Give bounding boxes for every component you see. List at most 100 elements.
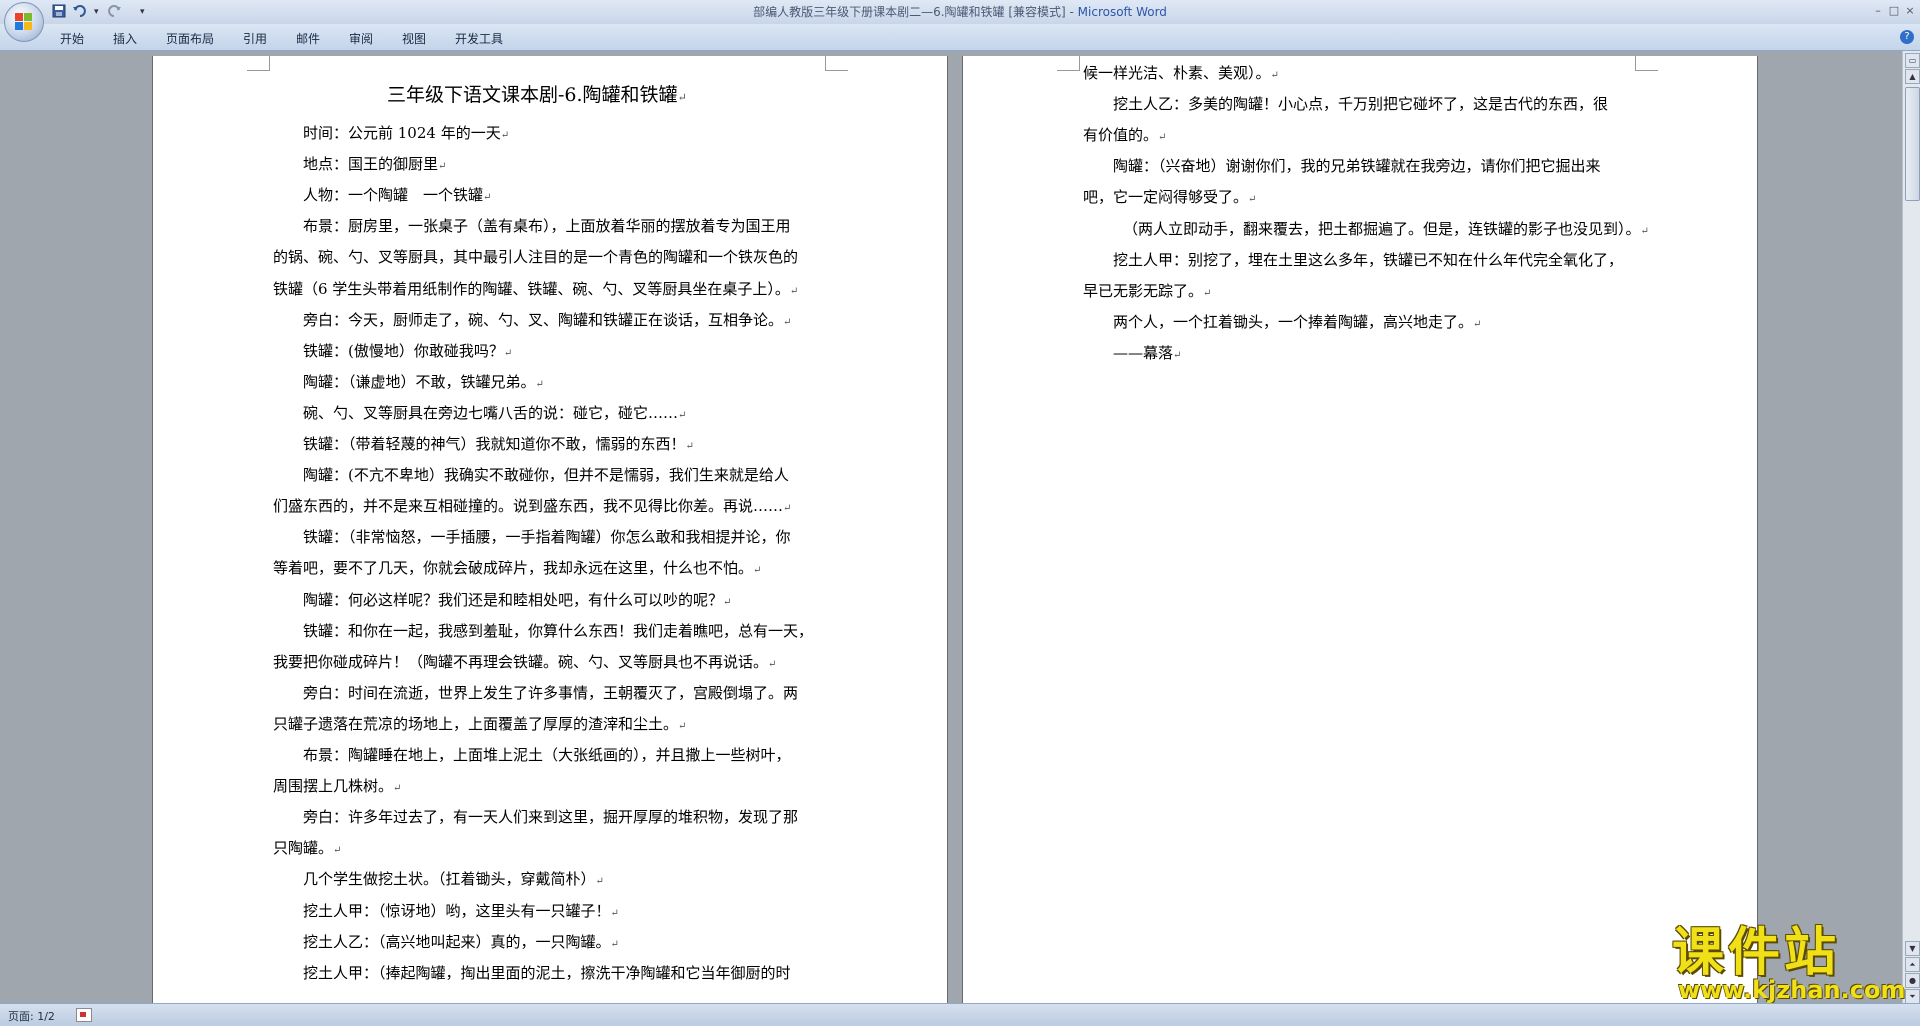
document-page-2[interactable]: 候一样光洁、朴素、美观）。↵ 挖土人乙：多美的陶罐！小心点，千万别把它碰坏了，这是…	[962, 56, 1758, 1003]
document-line: 挖土人甲：（惊讶地）哟，这里头有一只罐子！↵	[303, 901, 619, 920]
save-icon[interactable]	[52, 4, 66, 20]
scrollbar-thumb[interactable]	[1905, 87, 1920, 201]
paragraph-mark: ↵	[610, 907, 619, 919]
document-line: 旁白：时间在流逝，世界上发生了许多事情，王朝覆灭了，宫殿倒塌了。两	[303, 683, 799, 702]
browse-object-icon[interactable]: ●	[1905, 973, 1920, 988]
paragraph-mark: ↵	[333, 845, 342, 857]
office-button[interactable]	[4, 2, 44, 42]
ruler-toggle-icon[interactable]: ▭	[1905, 53, 1920, 68]
document-line: 陶罐：何必这样呢？我们还是和睦相处吧，有什么可以吵的呢？↵	[303, 590, 732, 609]
close-button[interactable]: ×	[1900, 4, 1920, 17]
document-line: 人物：一个陶罐 一个铁罐↵	[303, 186, 492, 205]
document-line: 铁罐（6 学生头带着用纸制作的陶罐、铁罐、碗、勺、叉等厨具坐在桌子上）。↵	[273, 279, 799, 298]
paragraph-mark: ↵	[500, 130, 510, 141]
document-line: 挖土人乙：多美的陶罐！小心点，千万别把它碰坏了，这是古代的东西，很	[1113, 95, 1609, 114]
paragraph-mark: ↵	[768, 658, 777, 670]
document-line: 吧，它一定闷得够受了。↵	[1083, 188, 1257, 207]
document-line: 们盛东西的，并不是来互相碰撞的。说到盛东西，我不见得比你差。再说……↵	[273, 497, 792, 516]
document-line: 有价值的。↵	[1083, 126, 1167, 145]
document-line: 旁白：今天，厨师走了，碗、勺、叉、陶罐和铁罐正在谈话，互相争论。↵	[303, 310, 792, 329]
scroll-down-icon[interactable]: ▼	[1905, 941, 1920, 956]
document-line: 陶罐：（谦虚地）不敢，铁罐兄弟。↵	[303, 372, 544, 391]
paragraph-mark: ↵	[783, 316, 792, 328]
tab-insert[interactable]: 插入	[113, 30, 137, 47]
paragraph-mark: ↵	[1270, 70, 1279, 81]
paragraph-mark: ↵	[678, 409, 687, 421]
page-indicator[interactable]: 页面: 1/2	[8, 1008, 55, 1024]
margin-corner-mark	[247, 56, 270, 71]
document-line: 周围摆上几株树。↵	[273, 777, 402, 796]
track-changes-icon[interactable]	[76, 1008, 92, 1022]
status-bar: 页面: 1/2	[0, 1003, 1920, 1026]
document-line: 铁罐：(傲慢地）你敢碰我吗？↵	[303, 341, 513, 360]
paragraph-mark: ↵	[393, 783, 402, 795]
document-line: 只罐子遗落在荒凉的场地上，上面覆盖了厚厚的渣滓和尘土。↵	[273, 714, 687, 733]
paragraph-mark: ↵	[595, 876, 604, 888]
app-name: Microsoft Word	[1077, 5, 1167, 19]
document-line: 铁罐：（带着轻蔑的神气）我就知道你不敢，懦弱的东西！↵	[303, 435, 694, 453]
watermark-title: 课件站	[1672, 923, 1841, 983]
paragraph-mark: ↵	[483, 192, 492, 204]
document-page-1[interactable]: 三年级下语文课本剧-6.陶罐和铁罐↵ 时间：公元前 1024 年的一天↵ 地点：国…	[152, 56, 948, 1003]
document-line: 早已无影无踪了。↵	[1083, 281, 1212, 300]
paragraph-mark: ↵	[1248, 194, 1257, 206]
undo-dropdown-icon[interactable]: ▾	[94, 4, 99, 20]
document-line: 的锅、碗、勺、叉等厨具，其中最引人注目的是一个青色的陶罐和一个铁灰色的	[273, 248, 799, 267]
tab-view[interactable]: 视图	[402, 30, 426, 47]
tab-mailings[interactable]: 邮件	[296, 30, 320, 47]
paragraph-mark: ↵	[678, 720, 687, 732]
title-bar: 部编人教版三年级下册课本剧二—6.陶罐和铁罐 [兼容模式] - Microsof…	[0, 0, 1920, 24]
scroll-up-icon[interactable]: ▲	[1905, 69, 1920, 84]
customize-toolbar-icon[interactable]: ▾	[140, 4, 145, 20]
document-line: 只陶罐。↵	[273, 839, 342, 858]
paragraph-mark: ↵	[723, 596, 732, 608]
tab-page-layout[interactable]: 页面布局	[166, 30, 214, 47]
document-line: 我要把你碰成碎片！（陶罐不再理会铁罐。碗、勺、叉等厨具也不再说话。↵	[273, 652, 777, 671]
margin-corner-mark	[1635, 56, 1658, 71]
tab-references[interactable]: 引用	[243, 30, 267, 47]
watermark-url: www.kjzhan.com	[1678, 976, 1906, 1004]
paragraph-mark: ↵	[1473, 318, 1482, 330]
paragraph-mark: ↵	[1640, 225, 1649, 237]
ribbon-tabs: 开始 插入 页面布局 引用 邮件 审阅 视图 开发工具 ?	[0, 24, 1920, 51]
document-line: 旁白：许多年过去了，有一天人们来到这里，掘开厚厚的堆积物，发现了那	[303, 808, 799, 827]
document-line: 铁罐：和你在一起，我感到羞耻，你算什么东西！我们走着瞧吧，总有一天，	[303, 621, 814, 640]
paragraph-mark: ↵	[503, 347, 513, 359]
document-line: 布景：厨房里，一张桌子（盖有桌布），上面放着华丽的摆放着专为国王用	[303, 217, 791, 236]
window-title: 部编人教版三年级下册课本剧二—6.陶罐和铁罐 [兼容模式] - Microsof…	[0, 0, 1920, 24]
tab-developer[interactable]: 开发工具	[455, 30, 503, 47]
margin-corner-mark	[825, 56, 848, 71]
document-line: 两个人，一个扛着锄头，一个捧着陶罐，高兴地走了。↵	[1113, 312, 1482, 331]
vertical-scrollbar[interactable]: ▭ ▲ ▼ ⏶ ● ⏷	[1902, 51, 1920, 1004]
margin-corner-mark	[1057, 56, 1080, 71]
previous-page-icon[interactable]: ⏶	[1905, 957, 1920, 972]
redo-icon[interactable]	[106, 4, 122, 20]
document-line: （两人立即动手，翻来覆去，把土都掘遍了。但是，连铁罐的影子也没见到）。↵	[1123, 219, 1649, 238]
document-line: 碗、勺、叉等厨具在旁边七嘴八舌的说：碰它，碰它……↵	[303, 403, 687, 422]
paragraph-mark: ↵	[610, 938, 619, 950]
tab-home[interactable]: 开始	[60, 30, 84, 47]
document-line: 陶罐：(不亢不卑地）我确实不敢碰你，但并不是懦弱，我们生来就是给人	[303, 466, 789, 485]
kjzhan-watermark: 课件站 www.kjzhan.com	[1662, 923, 1906, 1004]
paragraph-mark: ↵	[753, 565, 762, 577]
paragraph-mark: ↵	[1158, 132, 1167, 144]
document-line: 挖土人甲：别挖了，埋在土里这么多年，铁罐已不知在什么年代完全氧化了，	[1113, 250, 1624, 269]
document-line: 几个学生做挖土状。（扛着锄头，穿戴简朴）↵	[303, 870, 604, 889]
document-line: 地点：国王的御厨里↵	[303, 155, 447, 174]
paragraph-mark: ↵	[685, 441, 694, 452]
paragraph-mark: ↵	[789, 285, 799, 297]
paragraph-mark: ↵	[438, 161, 447, 173]
paragraph-mark: ↵	[535, 378, 544, 390]
document-line: 等着吧，要不了几天，你就会破成碎片，我却永远在这里，什么也不怕。↵	[273, 559, 762, 578]
help-icon[interactable]: ?	[1900, 30, 1914, 44]
paragraph-mark: ↵	[783, 503, 792, 515]
undo-icon[interactable]	[72, 4, 88, 20]
paragraph-mark: ↵	[1203, 287, 1212, 299]
document-line: 挖土人乙：（高兴地叫起来）真的，一只陶罐。↵	[303, 932, 619, 951]
next-page-icon[interactable]: ⏷	[1905, 989, 1920, 1004]
document-line: ——幕落↵	[1113, 343, 1182, 362]
document-line: 陶罐：（兴奋地）谢谢你们，我的兄弟铁罐就在我旁边，请你们把它掘出来	[1113, 157, 1601, 176]
document-line: 候一样光洁、朴素、美观）。↵	[1083, 64, 1279, 82]
document-line: 布景：陶罐睡在地上，上面堆上泥土（大张纸画的），并且撒上一些树叶，	[303, 746, 791, 764]
tab-review[interactable]: 审阅	[349, 30, 373, 47]
